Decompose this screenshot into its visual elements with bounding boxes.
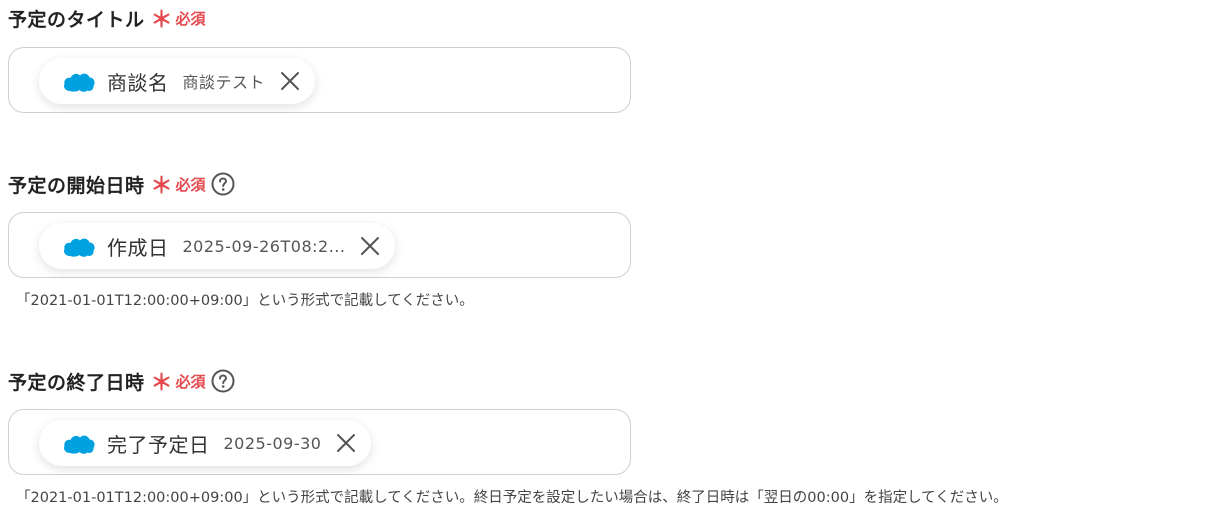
field-end-datetime: 予定の終了日時 ＊ 必須 完了予定日 2025-09-30 「2021-01-0…	[8, 367, 1218, 506]
field-label: 予定の開始日時	[8, 174, 145, 197]
chip-field-name: 商談名	[107, 70, 169, 95]
chip-field-value: 商談テスト	[182, 73, 266, 92]
field-event-title: 予定のタイトル ＊ 必須 商談名 商談テスト	[8, 4, 1218, 113]
format-hint: 「2021-01-01T12:00:00+09:00」という形式で記載してくださ…	[16, 293, 474, 309]
required-mark: ＊	[150, 174, 173, 199]
start-datetime-input[interactable]: 作成日 2025-09-26T08:2...	[8, 212, 631, 278]
salesforce-cloud-icon	[63, 432, 95, 454]
field-label-row: 予定の終了日時 ＊ 必須	[8, 367, 1218, 395]
required-mark: ＊	[150, 8, 173, 33]
required-text: 必須	[175, 9, 206, 28]
close-icon[interactable]	[279, 70, 301, 92]
close-icon[interactable]	[335, 432, 357, 454]
chip-field-name: 完了予定日	[107, 432, 210, 457]
salesforce-cloud-icon	[63, 235, 95, 257]
field-start-datetime: 予定の開始日時 ＊ 必須 作成日 2025-09-26T08:2... 「202…	[8, 170, 1218, 309]
variable-chip[interactable]: 作成日 2025-09-26T08:2...	[39, 223, 396, 269]
field-label-row: 予定の開始日時 ＊ 必須	[8, 170, 1218, 198]
format-hint: 「2021-01-01T12:00:00+09:00」という形式で記載してくださ…	[16, 490, 1008, 506]
field-label-row: 予定のタイトル ＊ 必須	[8, 4, 1218, 32]
end-datetime-input[interactable]: 完了予定日 2025-09-30	[8, 409, 631, 475]
title-input[interactable]: 商談名 商談テスト	[8, 47, 631, 113]
chip-field-value: 2025-09-30	[223, 433, 322, 453]
variable-chip[interactable]: 完了予定日 2025-09-30	[39, 420, 372, 466]
variable-chip[interactable]: 商談名 商談テスト	[39, 58, 316, 104]
required-mark: ＊	[150, 371, 173, 396]
required-text: 必須	[175, 372, 206, 391]
close-icon[interactable]	[359, 235, 381, 257]
help-icon[interactable]	[211, 172, 235, 196]
salesforce-cloud-icon	[63, 70, 95, 92]
required-text: 必須	[175, 175, 206, 194]
chip-field-value: 2025-09-26T08:2...	[182, 236, 346, 256]
field-label: 予定の終了日時	[8, 371, 145, 394]
field-label: 予定のタイトル	[8, 8, 145, 31]
chip-field-name: 作成日	[107, 235, 169, 260]
help-icon[interactable]	[211, 369, 235, 393]
